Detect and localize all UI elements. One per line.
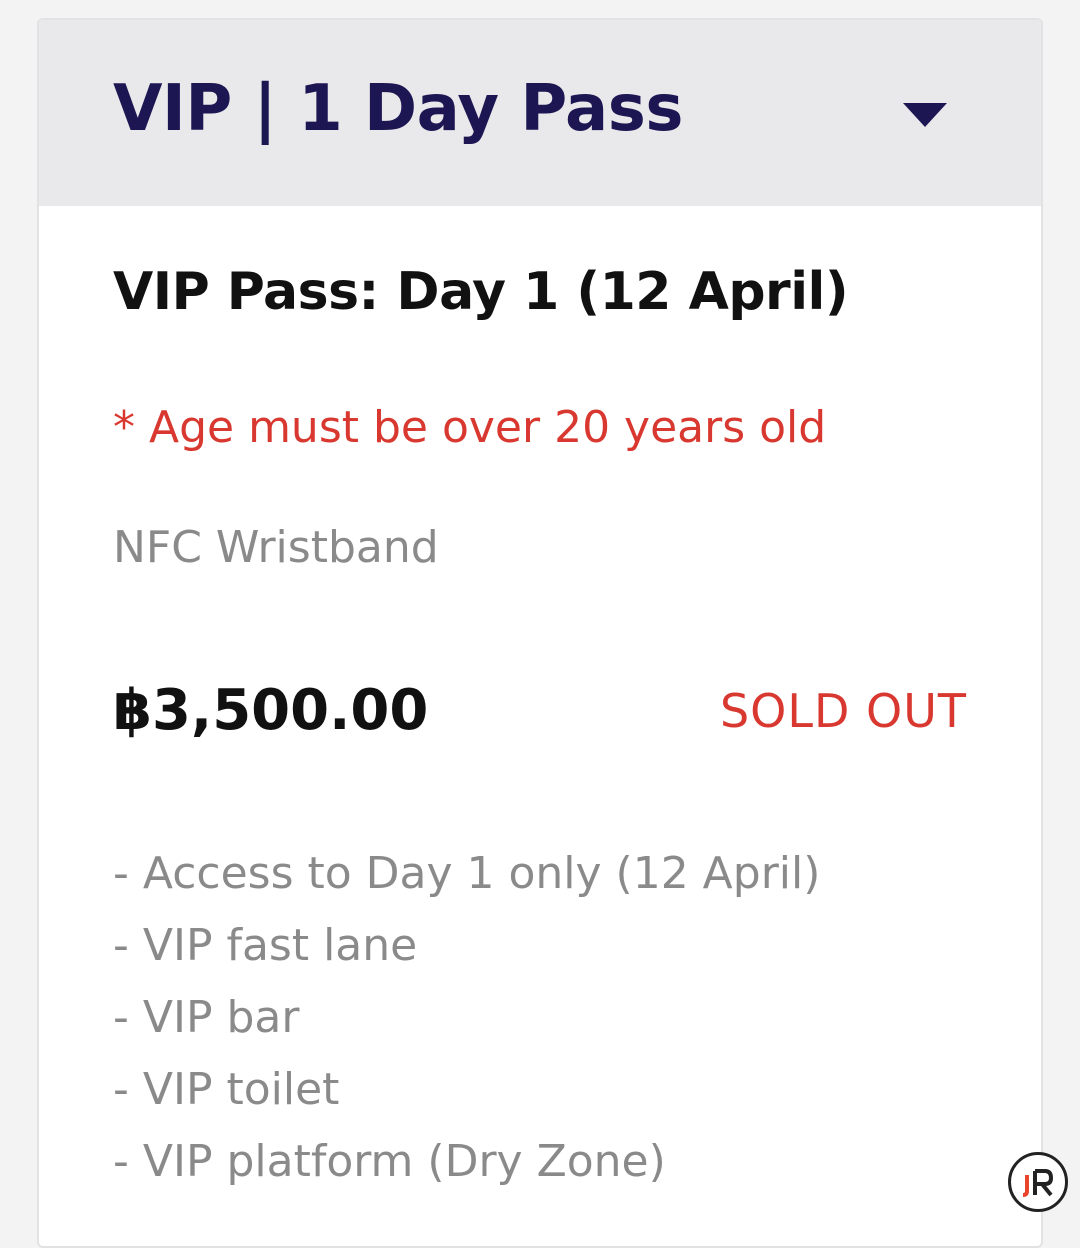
pass-name: VIP Pass: Day 1 (12 April) <box>113 262 849 322</box>
caret-down-icon[interactable] <box>903 103 947 127</box>
feature-item: - VIP platform (Dry Zone) <box>113 1136 666 1187</box>
ticket-category-title: VIP | 1 Day Pass <box>113 72 683 146</box>
sold-out-status: SOLD OUT <box>719 684 967 738</box>
feature-item: - VIP fast lane <box>113 920 418 971</box>
feature-item: - Access to Day 1 only (12 April) <box>113 848 821 899</box>
feature-item: - VIP bar <box>113 992 300 1043</box>
feature-list: - Access to Day 1 only (12 April) - VIP … <box>113 838 820 1198</box>
watermark-logo-icon <box>1008 1152 1068 1212</box>
ticket-card: VIP | 1 Day Pass VIP Pass: Day 1 (12 Apr… <box>37 18 1043 1248</box>
age-restriction-note: * Age must be over 20 years old <box>113 402 827 453</box>
feature-item: - VIP toilet <box>113 1064 340 1115</box>
ticket-accordion-header[interactable]: VIP | 1 Day Pass <box>39 20 1041 206</box>
item-type: NFC Wristband <box>113 522 439 573</box>
ticket-price: ฿3,500.00 <box>113 678 429 743</box>
